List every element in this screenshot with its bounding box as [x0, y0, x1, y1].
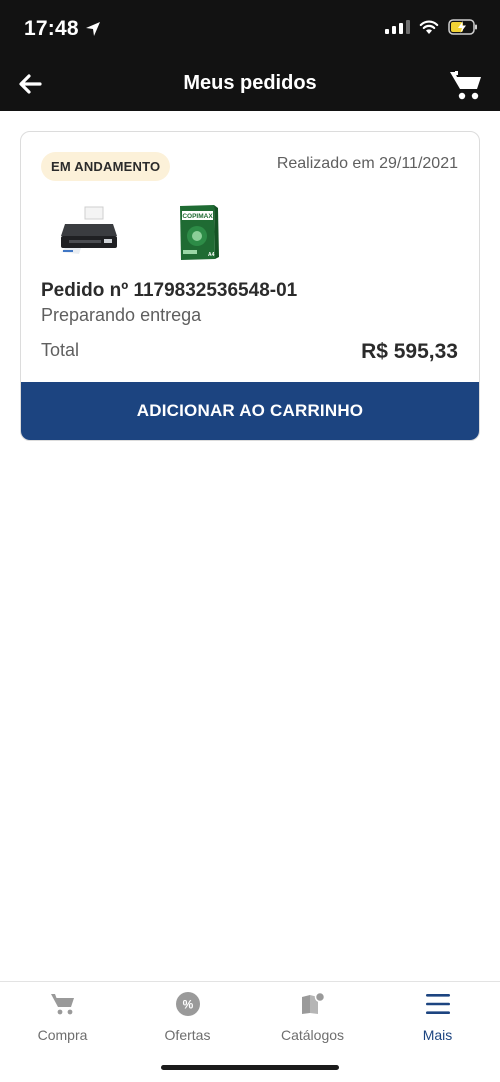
orders-screen: 17:48 Meus pedidos EM ANDAMENTO Realizad… — [0, 0, 500, 1082]
tab-compra[interactable]: Compra — [0, 990, 125, 1046]
wifi-icon — [419, 20, 439, 34]
clock: 17:48 — [24, 17, 79, 40]
svg-text:A4: A4 — [208, 252, 215, 258]
location-arrow-icon — [85, 22, 100, 36]
page-title: Meus pedidos — [183, 72, 317, 94]
order-date: Realizado em 29/11/2021 — [276, 155, 458, 172]
svg-text:%: % — [182, 998, 193, 1012]
cart-icon — [450, 71, 481, 100]
status-badge: EM ANDAMENTO — [41, 152, 171, 181]
paper-ream-image: COPIMAX A4 — [166, 202, 232, 262]
paper-brand: COPIMAX — [182, 213, 213, 220]
tab-ofertas[interactable]: % Ofertas — [125, 990, 250, 1046]
order-number: Pedido nº 1179832536548-01 — [41, 280, 298, 301]
menu-icon — [425, 994, 450, 1014]
cart-button[interactable] — [446, 66, 486, 104]
status-icons — [385, 19, 478, 35]
top-bar: 17:48 Meus pedidos — [0, 0, 500, 111]
total-value: R$ 595,33 — [361, 340, 458, 363]
status-bar-time: 17:48 — [24, 17, 101, 41]
battery-charging-icon — [448, 19, 477, 35]
catalog-icon — [301, 992, 325, 1014]
cart-icon — [50, 994, 74, 1015]
order-card[interactable]: EM ANDAMENTO Realizado em 29/11/2021 COP… — [20, 131, 480, 441]
cellular-signal-icon — [385, 20, 410, 34]
percent-badge-icon: % — [175, 992, 200, 1016]
printer-image — [57, 202, 123, 262]
tab-catalogos[interactable]: Catálogos — [250, 990, 375, 1046]
tab-mais[interactable]: Mais — [375, 990, 500, 1046]
delivery-status: Preparando entrega — [41, 305, 202, 325]
home-indicator — [161, 1065, 339, 1070]
total-label: Total — [41, 340, 80, 360]
add-to-cart-button[interactable]: ADICIONAR AO CARRINHO — [21, 382, 479, 440]
tab-label: Mais — [422, 1027, 453, 1043]
tab-label: Compra — [37, 1027, 88, 1043]
tab-label: Ofertas — [164, 1027, 211, 1043]
tab-label: Catálogos — [280, 1027, 345, 1043]
